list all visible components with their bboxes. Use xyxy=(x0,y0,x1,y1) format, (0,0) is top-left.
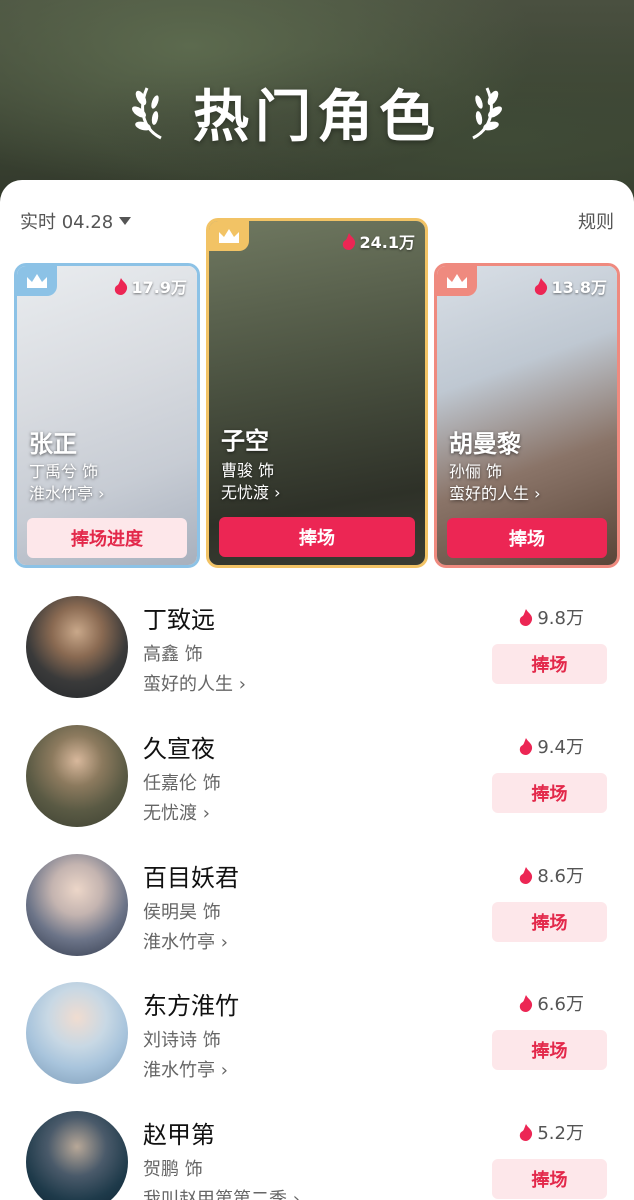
support-progress-button[interactable]: 捧场进度 xyxy=(27,518,187,558)
character-name: 张正 xyxy=(29,430,77,458)
actor-name: 贺鹏 饰 xyxy=(143,1159,203,1180)
ranking-row[interactable]: 丁致远 高鑫 饰 蛮好的人生 › 9.8万 捧场 xyxy=(0,596,634,706)
heat-count: 24.1万 xyxy=(342,229,415,253)
drama-link[interactable]: 我叫赵甲第第二季 › xyxy=(143,1185,300,1200)
drama-link[interactable]: 无忧渡 › xyxy=(221,479,281,503)
heat-count: 17.9万 xyxy=(114,274,187,298)
laurel-right-icon xyxy=(472,87,502,140)
support-button[interactable]: 捧场 xyxy=(492,902,607,942)
flame-icon xyxy=(342,232,355,250)
avatar xyxy=(26,1111,128,1200)
top-card-3rd[interactable]: 13.8万 胡曼黎 孙俪 饰 蛮好的人生 › 捧场 xyxy=(434,263,620,568)
avatar xyxy=(26,982,128,1084)
actor-name: 刘诗诗 饰 xyxy=(143,1030,221,1051)
character-name: 子空 xyxy=(221,427,269,455)
actor-name: 任嘉伦 饰 xyxy=(143,773,221,794)
laurel-left-icon xyxy=(132,87,162,140)
heat-count: 8.6万 xyxy=(519,862,584,888)
ranking-row[interactable]: 百目妖君 侯明昊 饰 淮水竹亭 › 8.6万 捧场 xyxy=(0,854,634,964)
top-card-2nd[interactable]: 17.9万 张正 丁禹兮 饰 淮水竹亭 › 捧场进度 xyxy=(14,263,200,568)
character-name: 赵甲第 xyxy=(143,1121,215,1149)
flame-icon xyxy=(520,994,533,1012)
flame-icon xyxy=(520,866,533,884)
flame-icon xyxy=(534,277,547,295)
page-header: 热门角色 xyxy=(0,72,634,152)
rules-link[interactable]: 规则 xyxy=(578,208,614,234)
support-button[interactable]: 捧场 xyxy=(447,518,607,558)
avatar xyxy=(26,725,128,827)
support-button[interactable]: 捧场 xyxy=(492,644,607,684)
character-name: 胡曼黎 xyxy=(449,430,521,458)
actor-name: 侯明昊 饰 xyxy=(143,902,221,923)
actor-name: 孙俪 饰 xyxy=(449,462,503,481)
support-button[interactable]: 捧场 xyxy=(219,517,415,557)
support-button[interactable]: 捧场 xyxy=(492,773,607,813)
heat-count: 9.4万 xyxy=(519,733,584,759)
character-name: 丁致远 xyxy=(143,606,215,634)
character-name: 久宣夜 xyxy=(143,735,215,763)
date-label: 实时 04.28 xyxy=(20,212,114,233)
crown-icon xyxy=(209,221,249,251)
crown-icon xyxy=(17,266,57,296)
drama-link[interactable]: 淮水竹亭 › xyxy=(143,1056,228,1082)
ranking-row[interactable]: 东方淮竹 刘诗诗 饰 淮水竹亭 › 6.6万 捧场 xyxy=(0,982,634,1092)
flame-icon xyxy=(520,737,533,755)
character-name: 东方淮竹 xyxy=(143,992,239,1020)
support-button[interactable]: 捧场 xyxy=(492,1030,607,1070)
avatar xyxy=(26,596,128,698)
ranking-row[interactable]: 久宣夜 任嘉伦 饰 无忧渡 › 9.4万 捧场 xyxy=(0,725,634,835)
top-card-1st[interactable]: 24.1万 子空 曹骏 饰 无忧渡 › 捧场 xyxy=(206,218,428,568)
support-button[interactable]: 捧场 xyxy=(492,1159,607,1199)
drama-link[interactable]: 蛮好的人生 › xyxy=(143,670,246,696)
flame-icon xyxy=(520,608,533,626)
drama-link[interactable]: 淮水竹亭 › xyxy=(29,480,105,504)
drama-link[interactable]: 蛮好的人生 › xyxy=(449,480,541,504)
character-photo xyxy=(209,221,425,565)
date-selector[interactable]: 实时 04.28 xyxy=(20,208,132,234)
crown-icon xyxy=(437,266,477,296)
character-name: 百目妖君 xyxy=(143,864,239,892)
drama-link[interactable]: 无忧渡 › xyxy=(143,799,210,825)
actor-name: 高鑫 饰 xyxy=(143,644,203,665)
heat-count: 6.6万 xyxy=(519,990,584,1016)
avatar xyxy=(26,854,128,956)
drama-link[interactable]: 淮水竹亭 › xyxy=(143,928,228,954)
page-title: 热门角色 xyxy=(193,84,441,150)
actor-name: 丁禹兮 饰 xyxy=(29,462,99,481)
flame-icon xyxy=(520,1123,533,1141)
actor-name: 曹骏 饰 xyxy=(221,461,275,480)
flame-icon xyxy=(114,277,127,295)
ranking-row[interactable]: 赵甲第 贺鹏 饰 我叫赵甲第第二季 › 5.2万 捧场 xyxy=(0,1111,634,1200)
heat-count: 5.2万 xyxy=(519,1119,584,1145)
heat-count: 13.8万 xyxy=(534,274,607,298)
heat-count: 9.8万 xyxy=(519,604,584,630)
triangle-down-icon xyxy=(119,217,132,225)
